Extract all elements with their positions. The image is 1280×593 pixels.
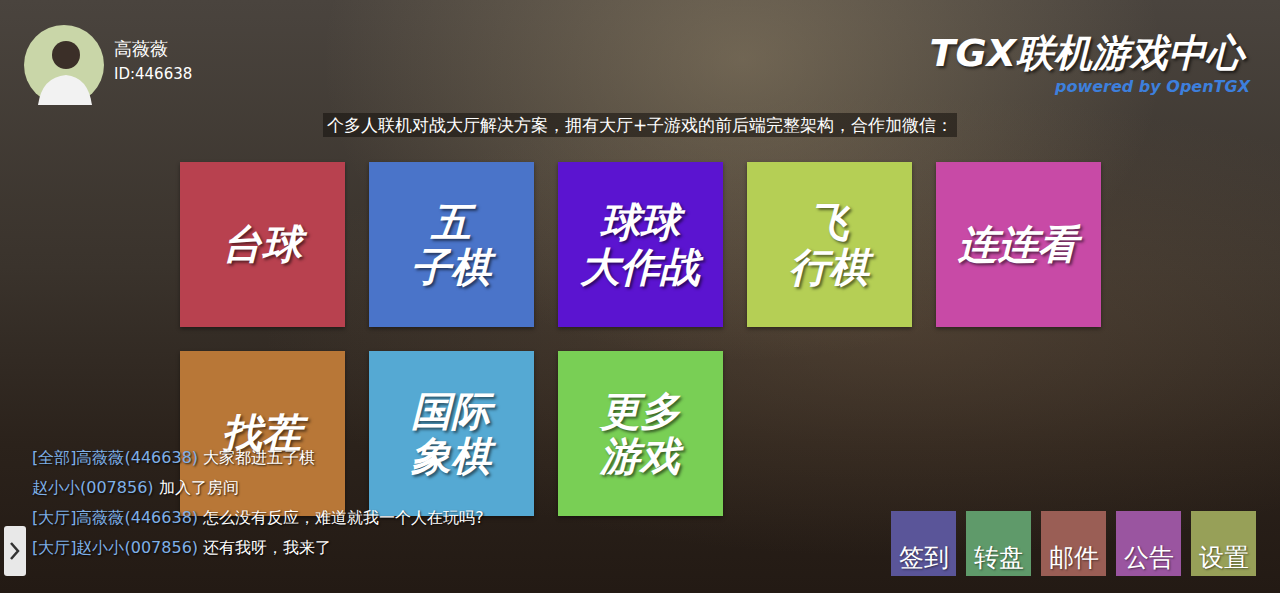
brand: TGX联机游戏中心 powered by OpenTGX: [930, 25, 1250, 96]
game-tile[interactable]: 球球大作战: [558, 162, 723, 327]
brand-subtitle: powered by OpenTGX: [1055, 77, 1250, 96]
game-tile[interactable]: 国际象棋: [369, 351, 534, 516]
chat-message: 赵小小(007856) 加入了房间: [32, 478, 512, 498]
chat-toggle[interactable]: [4, 526, 26, 576]
menu-button[interactable]: 设置: [1191, 511, 1256, 576]
lobby-screen: 高薇薇 ID:446638 TGX联机游戏中心 powered by OpenT…: [0, 0, 1280, 593]
menu-buttons: 签到转盘邮件公告设置: [891, 511, 1256, 576]
user-name: 高薇薇: [114, 37, 192, 61]
menu-button[interactable]: 邮件: [1041, 511, 1106, 576]
game-tile[interactable]: 台球: [180, 162, 345, 327]
chat-message: [大厅]高薇薇(446638) 怎么没有反应，难道就我一个人在玩吗?: [32, 508, 512, 528]
game-grid: 台球五子棋球球大作战飞行棋连连看找茬国际象棋更多游戏: [180, 162, 1101, 516]
menu-button[interactable]: 转盘: [966, 511, 1031, 576]
chevron-right-icon: [5, 531, 25, 571]
menu-button[interactable]: 签到: [891, 511, 956, 576]
game-tile[interactable]: 五子棋: [369, 162, 534, 327]
game-tile[interactable]: 更多游戏: [558, 351, 723, 516]
menu-button[interactable]: 公告: [1116, 511, 1181, 576]
avatar-icon[interactable]: [24, 25, 104, 105]
chat-log: [全部]高薇薇(446638) 大家都进五子棋赵小小(007856) 加入了房间…: [32, 448, 512, 558]
game-tile[interactable]: 飞行棋: [747, 162, 912, 327]
marquee-notice: 个多人联机对战大厅解决方案，拥有大厅+子游戏的前后端完整架构，合作加微信：: [323, 113, 957, 137]
user-id: ID:446638: [114, 65, 192, 83]
game-tile[interactable]: 连连看: [936, 162, 1101, 327]
chat-message: [大厅]赵小小(007856) 还有我呀，我来了: [32, 538, 512, 558]
header: 高薇薇 ID:446638 TGX联机游戏中心 powered by OpenT…: [0, 0, 1280, 105]
brand-title: TGX联机游戏中心: [930, 33, 1244, 75]
chat-message: [全部]高薇薇(446638) 大家都进五子棋: [32, 448, 512, 468]
user-info: 高薇薇 ID:446638: [24, 25, 192, 105]
